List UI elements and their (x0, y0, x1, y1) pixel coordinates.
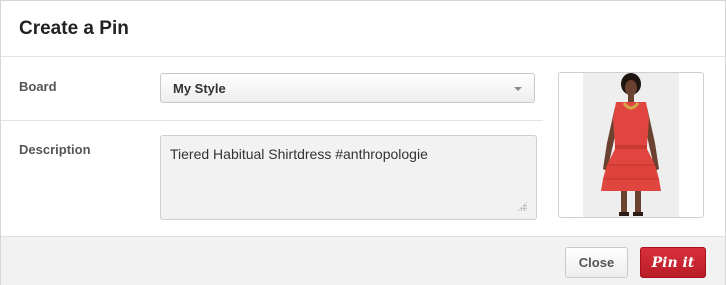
board-selected-value: My Style (173, 81, 226, 96)
board-select[interactable]: My Style (160, 73, 535, 103)
board-label: Board (19, 79, 57, 94)
pin-it-button[interactable]: Pin it (640, 247, 706, 278)
description-row: Description Tiered Habitual Shirtdress #… (1, 121, 543, 235)
board-row: Board My Style (1, 57, 543, 121)
dialog-header: Create a Pin (1, 1, 725, 57)
dialog-footer: Close Pin it (1, 236, 725, 285)
description-text: Tiered Habitual Shirtdress #anthropologi… (170, 146, 428, 162)
description-textarea[interactable]: Tiered Habitual Shirtdress #anthropologi… (160, 135, 537, 220)
create-pin-dialog: Create a Pin Board My Style Description … (0, 0, 726, 285)
chevron-down-icon (514, 87, 522, 91)
dialog-title: Create a Pin (19, 17, 129, 39)
description-label: Description (19, 142, 91, 157)
close-button[interactable]: Close (565, 247, 628, 278)
dress-photo (559, 73, 703, 217)
pin-image (558, 72, 704, 218)
resize-grip-icon[interactable] (517, 201, 527, 211)
